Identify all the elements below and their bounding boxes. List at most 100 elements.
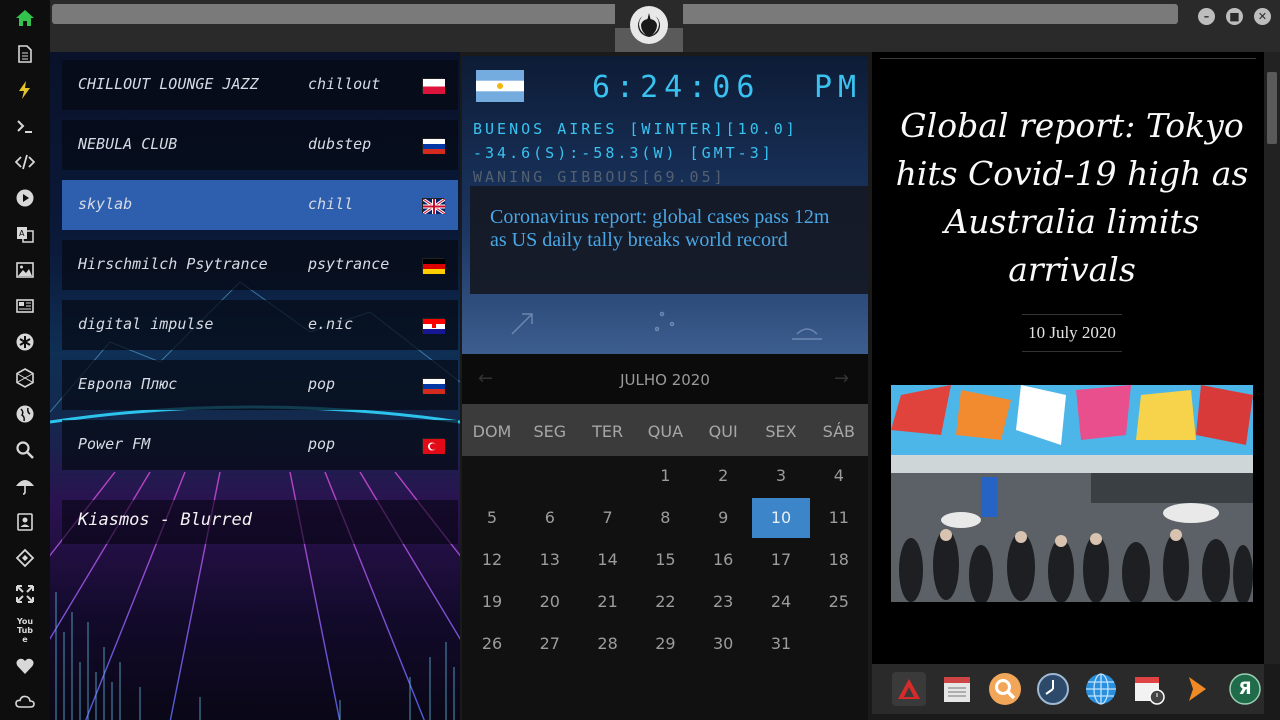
star-of-life-icon[interactable] [13, 330, 37, 354]
calendar-day[interactable]: 29 [636, 624, 694, 664]
calendar-day[interactable]: 21 [579, 582, 637, 622]
rebel-alliance-logo-icon [630, 6, 668, 44]
weekday-header: DOM SEG TER QUA QUI SEX SÁB [462, 404, 868, 456]
calendar-day[interactable]: 24 [752, 582, 810, 622]
play-icon[interactable] [13, 186, 37, 210]
minimize-button[interactable]: – [1198, 8, 1215, 25]
desktop-app: A You Tube – ■ ✕ CHILLOUT LOUNGE JAZZ ch… [0, 0, 1280, 720]
document-icon[interactable] [13, 42, 37, 66]
calendar-day[interactable]: 3 [752, 456, 810, 496]
contacts-icon[interactable] [13, 510, 37, 534]
cloud-icon[interactable] [13, 690, 37, 714]
calendar-day[interactable]: 8 [636, 498, 694, 538]
hexagon-icon[interactable] [13, 366, 37, 390]
calendar-day[interactable]: 26 [463, 624, 521, 664]
calendar-day[interactable]: 6 [521, 498, 579, 538]
weekday-label: QUA [647, 422, 684, 441]
calendar-day[interactable]: 18 [810, 540, 868, 580]
calendar-clock-icon[interactable] [1132, 672, 1166, 706]
calendar-day-selected[interactable]: 10 [752, 498, 810, 538]
globe-icon[interactable] [1084, 672, 1118, 706]
magnifier-icon[interactable] [988, 672, 1022, 706]
code-icon[interactable] [13, 150, 37, 174]
article-title[interactable]: Global report: Tokyo hits Covid-19 high … [892, 102, 1252, 294]
article-photo[interactable] [891, 385, 1253, 602]
weekday-label: SEG [533, 422, 567, 441]
calendar-day[interactable]: 20 [521, 582, 579, 622]
station-genre: chillout [308, 75, 381, 93]
calendar-day[interactable]: 14 [579, 540, 637, 580]
clock-icon[interactable] [1036, 672, 1070, 706]
calendar-day[interactable]: 27 [521, 624, 579, 664]
heart-icon[interactable] [13, 654, 37, 678]
calendar-day[interactable]: 9 [694, 498, 752, 538]
calendar-day[interactable]: 23 [694, 582, 752, 622]
calendar-notes-icon[interactable] [940, 672, 974, 706]
station-genre: chill [308, 195, 354, 213]
image-icon[interactable] [13, 258, 37, 282]
globe-icon[interactable] [13, 402, 37, 426]
sidebar: A You Tube [0, 0, 50, 720]
weekday-label: SÁB [822, 422, 855, 441]
calendar-day[interactable]: 2 [694, 456, 752, 496]
weekday-label: DOM [472, 422, 512, 441]
calendar-day[interactable]: 25 [810, 582, 868, 622]
red-triangle-app-icon[interactable] [892, 672, 926, 706]
next-month-button[interactable]: → [834, 368, 849, 389]
news-headline[interactable]: Coronavirus report: global cases pass 12… [470, 186, 868, 294]
russia-flag-icon [422, 378, 445, 394]
calendar-day[interactable]: 19 [463, 582, 521, 622]
station-name: Hirschmilch Psytrance [78, 255, 268, 273]
logo-tab[interactable] [615, 0, 683, 52]
calendar-day[interactable]: 1 [636, 456, 694, 496]
calendar-day[interactable]: 4 [810, 456, 868, 496]
station-row[interactable]: digital impulse e.nic [62, 300, 458, 350]
terminal-icon[interactable] [13, 114, 37, 138]
home-icon[interactable] [13, 6, 37, 30]
station-name: Европа Плюс [78, 375, 178, 393]
youtube-icon[interactable]: You Tube [13, 617, 37, 644]
lightning-icon[interactable] [13, 78, 37, 102]
calendar-day[interactable]: 28 [579, 624, 637, 664]
yandex-icon[interactable]: Я [1228, 672, 1262, 706]
close-button[interactable]: ✕ [1254, 8, 1271, 25]
calendar-day[interactable]: 11 [810, 498, 868, 538]
now-playing: Kiasmos - Blurred [62, 500, 458, 544]
station-name: NEBULA CLUB [78, 135, 178, 153]
calendar-day[interactable]: 13 [521, 540, 579, 580]
orange-arrow-icon[interactable] [1180, 672, 1214, 706]
calendar-day[interactable]: 17 [752, 540, 810, 580]
zodiac-decoration [511, 311, 822, 340]
calendar-day[interactable]: 15 [636, 540, 694, 580]
search-icon[interactable] [13, 438, 37, 462]
calendar-day[interactable]: 5 [463, 498, 521, 538]
station-genre: pop [308, 375, 336, 393]
station-row[interactable]: Hirschmilch Psytrance psytrance [62, 240, 458, 290]
station-row[interactable]: Европа Плюс pop [62, 360, 458, 410]
extension-icon[interactable] [13, 546, 37, 570]
clock-panel: 6:24:06 PM BUENOS AIRES [WINTER][10.0] -… [462, 56, 868, 354]
translate-icon[interactable]: A [13, 222, 37, 246]
scrollbar-thumb[interactable] [1267, 72, 1277, 144]
calendar-day[interactable]: 16 [694, 540, 752, 580]
weekday-label: QUI [708, 422, 738, 441]
calendar-day[interactable]: 22 [636, 582, 694, 622]
article-scrollbar[interactable] [1264, 52, 1280, 664]
calendar-day[interactable]: 7 [579, 498, 637, 538]
calendar-day[interactable]: 30 [694, 624, 752, 664]
maximize-button[interactable]: ■ [1226, 8, 1243, 25]
article-panel: Global report: Tokyo hits Covid-19 high … [872, 52, 1264, 664]
calendar-day[interactable]: 31 [752, 624, 810, 664]
weekday-label: SEX [765, 422, 797, 441]
newspaper-icon[interactable] [13, 294, 37, 318]
station-row[interactable]: skylab chill [62, 180, 458, 230]
station-row[interactable]: NEBULA CLUB dubstep [62, 120, 458, 170]
umbrella-icon[interactable] [13, 474, 37, 498]
uk-flag-icon [422, 197, 446, 216]
moon-phase: WANING GIBBOUS[69.05] [473, 168, 726, 186]
station-row[interactable]: Power FM pop [62, 420, 458, 470]
station-name: digital impulse [78, 315, 214, 333]
calendar-day[interactable]: 12 [463, 540, 521, 580]
station-row[interactable]: CHILLOUT LOUNGE JAZZ chillout [62, 60, 458, 110]
fullscreen-icon[interactable] [13, 582, 37, 606]
